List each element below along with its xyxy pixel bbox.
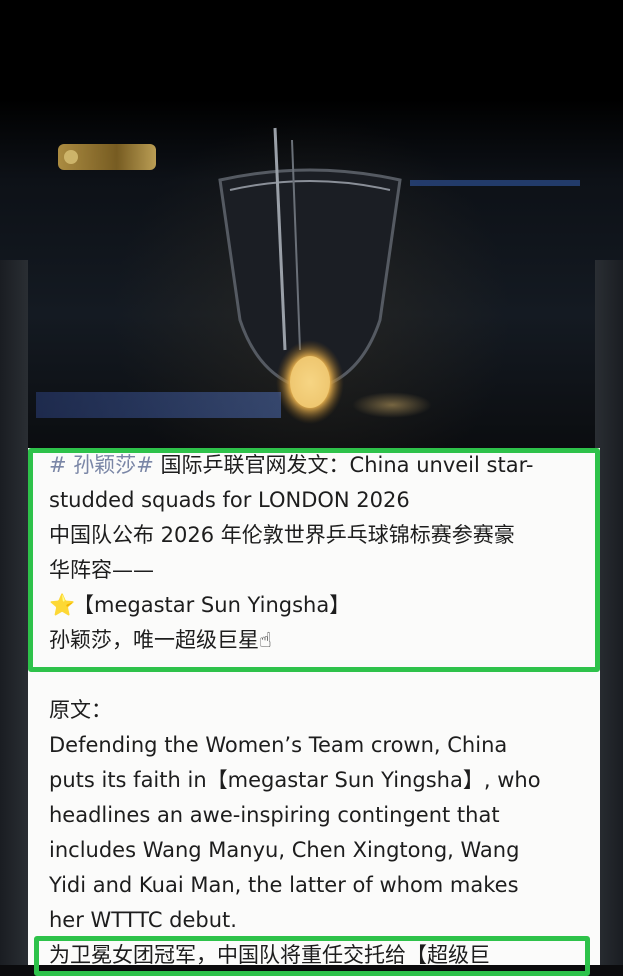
- post-header: # 孙颖莎# 国际乒联官网发文：China unveil star- studd…: [49, 448, 594, 658]
- pointing-hand-icon: ☝: [259, 628, 272, 652]
- cn-headline-3: 孙颖莎，唯一超级巨星: [49, 628, 259, 652]
- background-stripe: [410, 180, 580, 186]
- original-line: her WTTTC debut.: [49, 908, 237, 932]
- broadcast-ticker: [36, 392, 281, 418]
- original-label: 原文：: [49, 698, 112, 722]
- star-icon: ⭐: [49, 593, 76, 617]
- original-line: headlines an awe-inspiring contingent th…: [49, 803, 500, 827]
- cn-headline-1: 中国队公布 2026 年伦敦世界乒乓球锦标赛参赛豪: [49, 523, 515, 547]
- translation-line: 为卫冕女团冠军，中国队将重任交托给【超级巨: [49, 943, 490, 967]
- original-line: includes Wang Manyu, Chen Xingtong, Wang: [49, 838, 520, 862]
- broadcast-logo-icon: [58, 144, 156, 170]
- hashtag-link[interactable]: # 孙颖莎#: [49, 453, 154, 477]
- video-frame[interactable]: [0, 0, 623, 450]
- headline-text: 国际乒联官网发文：China unveil star-: [153, 453, 534, 477]
- original-line: Defending the Women’s Team crown, China: [49, 733, 508, 757]
- translation-section: 为卫冕女团冠军，中国队将重任交托给【超级巨: [49, 938, 594, 973]
- background-light: [352, 392, 432, 418]
- cn-headline-2: 华阵容——: [49, 558, 154, 582]
- original-line: Yidi and Kuai Man, the latter of whom ma…: [49, 873, 519, 897]
- headline-text-2: studded squads for LONDON 2026: [49, 488, 410, 512]
- original-line: puts its faith in【megastar Sun Yingsha】,…: [49, 768, 541, 792]
- original-section: 原文： Defending the Women’s Team crown, Ch…: [49, 693, 594, 938]
- side-blur-left: [0, 260, 28, 965]
- megastar-text: 【megastar Sun Yingsha】: [73, 593, 351, 617]
